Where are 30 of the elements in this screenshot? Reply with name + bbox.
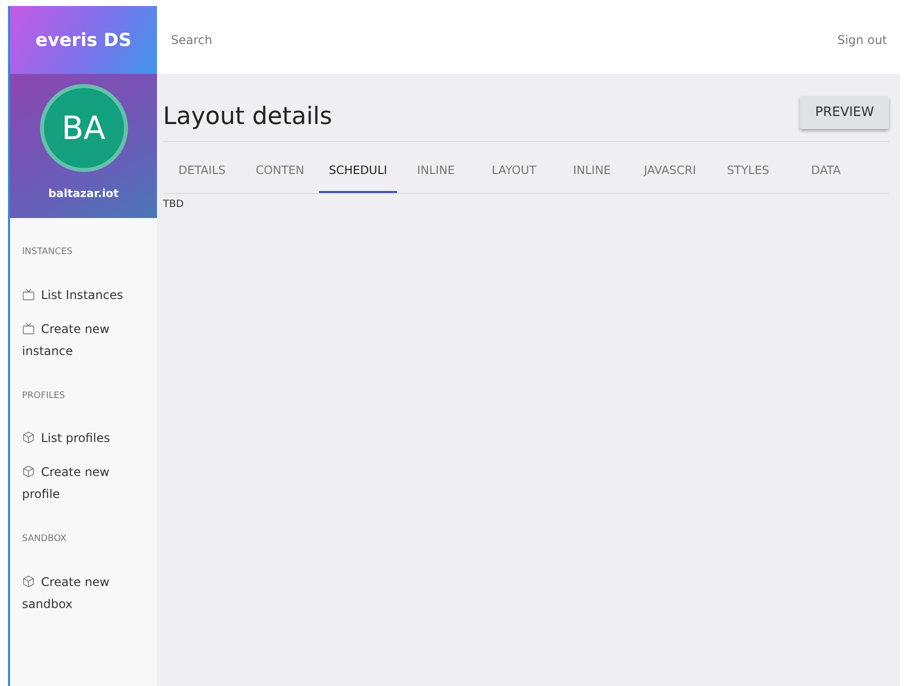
preview-button[interactable]: PREVIEW: [800, 96, 889, 130]
section-heading: SANDBOX: [22, 533, 68, 546]
tab[interactable]: SCHEDULI: [319, 150, 397, 194]
tab[interactable]: DETAILS: [163, 150, 241, 194]
search-field[interactable]: Search: [169, 30, 369, 50]
tab[interactable]: CONTEN: [241, 150, 319, 194]
sidebar-item[interactable]: Create new instance: [22, 318, 145, 362]
tab[interactable]: JAVASCRI: [631, 150, 709, 194]
sign-out-link[interactable]: Sign out: [837, 31, 887, 49]
tv-icon: [22, 288, 35, 300]
sidebar-item[interactable]: Create new sandbox: [22, 570, 145, 614]
tab[interactable]: STYLES: [709, 150, 787, 194]
sidebar-item[interactable]: List Instances: [22, 284, 145, 306]
tv-icon: [22, 322, 35, 334]
box-icon: [22, 431, 35, 444]
brand-logo: everis DS: [35, 28, 132, 52]
tab[interactable]: INLINE: [397, 150, 475, 194]
section-heading: INSTANCES: [22, 246, 74, 259]
tab[interactable]: LAYOUT: [475, 150, 553, 194]
sidebar-item[interactable]: List profiles: [22, 427, 145, 449]
box-icon: [22, 465, 35, 478]
user-name: baltazar.iot: [48, 186, 119, 202]
content-text: TBD: [163, 198, 185, 212]
section-heading: PROFILES: [22, 390, 66, 402]
tab[interactable]: DATA: [787, 150, 865, 194]
avatar: BA: [40, 84, 128, 172]
page-title: Layout details: [163, 102, 332, 131]
box-icon: [22, 574, 35, 588]
sidebar-item[interactable]: Create new profile: [22, 461, 145, 505]
tab[interactable]: INLINE: [553, 150, 631, 194]
